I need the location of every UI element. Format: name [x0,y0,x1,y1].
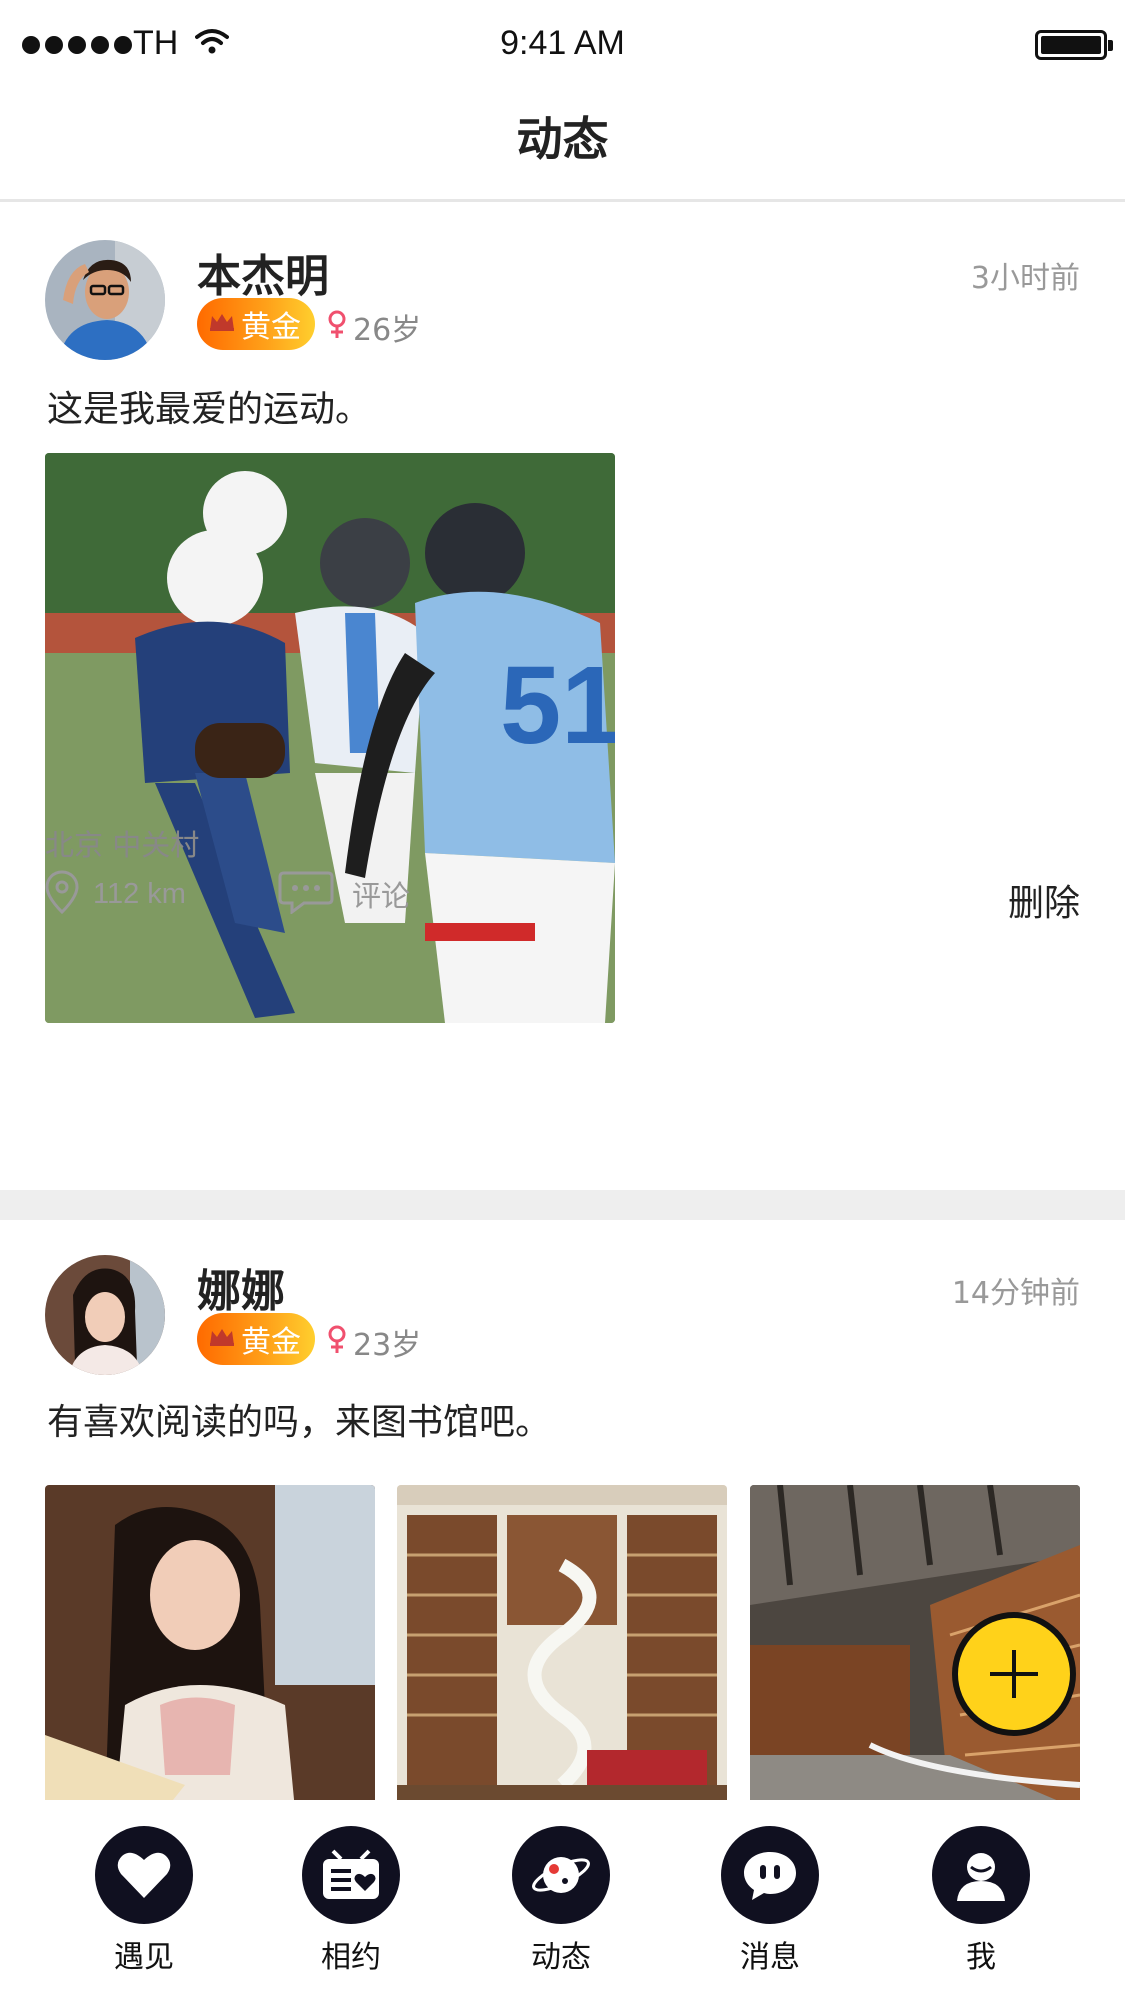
moments-screen: TH 9:41 AM 动态 本杰明 3小时前 黄金 26岁 这是我最爱的运动。 … [0,0,1125,2001]
navigation-bar: 动态 [0,90,1125,202]
tab-label: 遇见 [114,1940,174,1975]
tab-moments[interactable]: 动态 [486,1826,636,1986]
comment-label: 评论 [352,879,411,913]
female-icon [327,310,347,344]
post-text: 有喜欢阅读的吗，来图书馆吧。 [47,1402,552,1443]
tab-bar: 遇见 相约 动态 消息 我 [0,1800,1125,2001]
vip-badge: 黄金 [197,298,315,350]
post-time: 14分钟前 [951,1276,1080,1311]
page-title: 动态 [516,112,609,166]
heart-icon [95,1826,193,1924]
post-time: 3小时前 [970,261,1080,296]
battery-icon [1035,30,1113,60]
crown-icon [209,312,235,336]
moments-feed[interactable]: 本杰明 3小时前 黄金 26岁 这是我最爱的运动。 51 北京 中关村 112 … [0,205,1125,1800]
add-post-button[interactable] [952,1612,1076,1736]
distance-label: 112 km [93,877,186,910]
gender-age: 23岁 [327,1320,421,1364]
tab-messages[interactable]: 消息 [695,1826,845,1986]
tab-dating[interactable]: 相约 [276,1826,426,1986]
age-label: 26岁 [353,313,422,348]
badge-label: 黄金 [241,310,301,345]
distance: 112 km [45,870,186,918]
location-pin-icon [45,870,79,918]
post-photo-reading-girl[interactable] [45,1485,375,1800]
crown-icon [209,1327,235,1351]
comment-icon [278,870,334,918]
delete-button[interactable]: 删除 [1008,874,1080,926]
status-time: 9:41 AM [500,24,625,62]
tab-label: 我 [966,1940,996,1975]
tab-label: 消息 [740,1940,800,1975]
gender-age: 26岁 [327,305,421,349]
vip-badge: 黄金 [197,1313,315,1365]
tab-label: 动态 [531,1940,591,1975]
date-card-icon [302,1826,400,1924]
post-text: 这是我最爱的运动。 [47,389,372,430]
post-actions: 112 km 评论 删除 [0,870,1125,930]
location-label: 北京 中关村 [45,828,200,862]
post-divider [0,1190,1125,1220]
username[interactable]: 娜娜 [197,1255,285,1319]
post-card[interactable]: 本杰明 3小时前 黄金 26岁 这是我最爱的运动。 51 北京 中关村 112 … [0,205,1125,1190]
plus-icon [958,1618,1070,1730]
avatar[interactable] [45,240,165,360]
tab-me[interactable]: 我 [906,1826,1056,1986]
svg-text:51: 51 [500,644,615,767]
username[interactable]: 本杰明 [197,240,329,304]
post-card[interactable]: 娜娜 14分钟前 黄金 23岁 有喜欢阅读的吗，来图书馆吧。 [0,1220,1125,1800]
tab-label: 相约 [321,1940,381,1975]
tab-meet[interactable]: 遇见 [69,1826,219,1986]
female-icon [327,1325,347,1359]
user-icon [932,1826,1030,1924]
age-label: 23岁 [353,1328,422,1363]
badge-label: 黄金 [241,1325,301,1360]
chat-bubble-icon [721,1826,819,1924]
post-photo-football[interactable]: 51 [45,453,615,1023]
comment-button[interactable]: 评论 [278,870,410,918]
planet-icon [512,1826,610,1924]
status-bar: TH 9:41 AM [0,0,1125,90]
avatar[interactable] [45,1255,165,1375]
post-photo-library-stairs[interactable] [397,1485,727,1800]
